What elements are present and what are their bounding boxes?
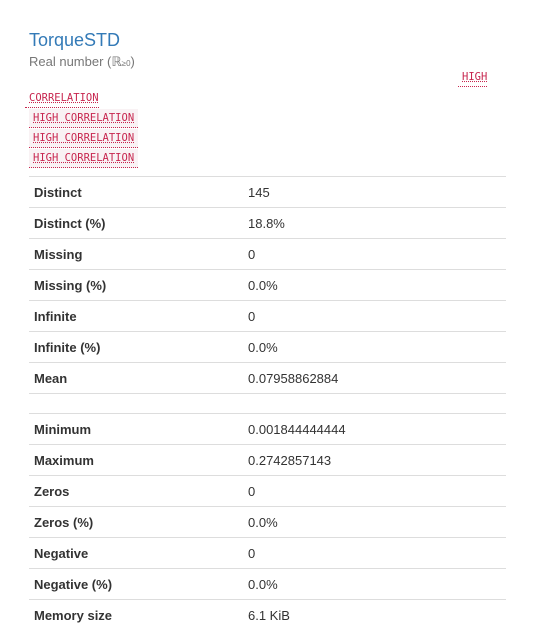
stat-value: 0.001844444444	[243, 413, 506, 445]
table-row: Negative (%) 0.0%	[29, 568, 506, 600]
table-row: Maximum 0.2742857143	[29, 444, 506, 476]
table-row: Memory size 6.1 KiB	[29, 599, 506, 630]
stat-value: 0	[243, 475, 506, 507]
table-row: Missing 0	[29, 238, 506, 270]
stat-value: 0	[243, 300, 506, 332]
variable-panel: TorqueSTD Real number (ℝ≥0) HIGH CORRELA…	[0, 0, 533, 639]
stat-label: Maximum	[29, 444, 243, 476]
table-row: Infinite (%) 0.0%	[29, 331, 506, 363]
alert-badge-high[interactable]: HIGH	[458, 68, 488, 87]
stat-label: Distinct	[29, 176, 243, 208]
table-row: Mean 0.07958862884	[29, 362, 506, 394]
stat-label: Zeros (%)	[29, 506, 243, 538]
table-row: Negative 0	[29, 537, 506, 569]
type-symbol: ℝ	[111, 54, 122, 69]
stat-value: 18.8%	[243, 207, 506, 239]
stat-label: Minimum	[29, 413, 243, 445]
table-row: Missing (%) 0.0%	[29, 269, 506, 301]
stat-value: 0.0%	[243, 506, 506, 538]
stat-label: Infinite	[29, 300, 243, 332]
stat-label: Distinct (%)	[29, 207, 243, 239]
stat-value: 0.0%	[243, 568, 506, 600]
alert-badge-high-correlation[interactable]: HIGH CORRELATION	[29, 129, 139, 148]
stat-label: Infinite (%)	[29, 331, 243, 363]
type-label-text: Real number (	[29, 54, 112, 69]
alert-badge-correlation[interactable]: CORRELATION	[25, 89, 99, 108]
table-row: Distinct (%) 18.8%	[29, 207, 506, 239]
stat-value: 145	[243, 176, 506, 208]
table-spacer	[29, 393, 506, 414]
spacer-cell	[29, 393, 243, 414]
alert-badge-high-correlation[interactable]: HIGH CORRELATION	[29, 109, 139, 128]
stat-value: 0	[243, 238, 506, 270]
stat-label: Zeros	[29, 475, 243, 507]
statistics-table: Distinct 145 Distinct (%) 18.8% Missing …	[29, 176, 506, 630]
stat-label: Negative	[29, 537, 243, 569]
stat-label: Negative (%)	[29, 568, 243, 600]
table-row: Zeros 0	[29, 475, 506, 507]
stat-value: 0.2742857143	[243, 444, 506, 476]
type-close: )	[130, 54, 135, 69]
variable-type-label: Real number (ℝ≥0)	[29, 54, 135, 72]
stat-label: Memory size	[29, 599, 243, 630]
stat-value: 0.0%	[243, 331, 506, 363]
stat-value: 0.0%	[243, 269, 506, 301]
table-row: Zeros (%) 0.0%	[29, 506, 506, 538]
table-row: Distinct 145	[29, 176, 506, 208]
spacer-cell	[243, 393, 506, 414]
type-subscript: ≥0	[121, 59, 131, 68]
stat-label: Missing (%)	[29, 269, 243, 301]
stat-label: Missing	[29, 238, 243, 270]
variable-title-link[interactable]: TorqueSTD	[29, 29, 120, 51]
table-row: Minimum 0.001844444444	[29, 413, 506, 445]
stat-value: 0.07958862884	[243, 362, 506, 394]
stat-value: 0	[243, 537, 506, 569]
table-row: Infinite 0	[29, 300, 506, 332]
stat-label: Mean	[29, 362, 243, 394]
alert-badge-high-correlation[interactable]: HIGH CORRELATION	[29, 149, 139, 168]
stat-value: 6.1 KiB	[243, 599, 506, 630]
